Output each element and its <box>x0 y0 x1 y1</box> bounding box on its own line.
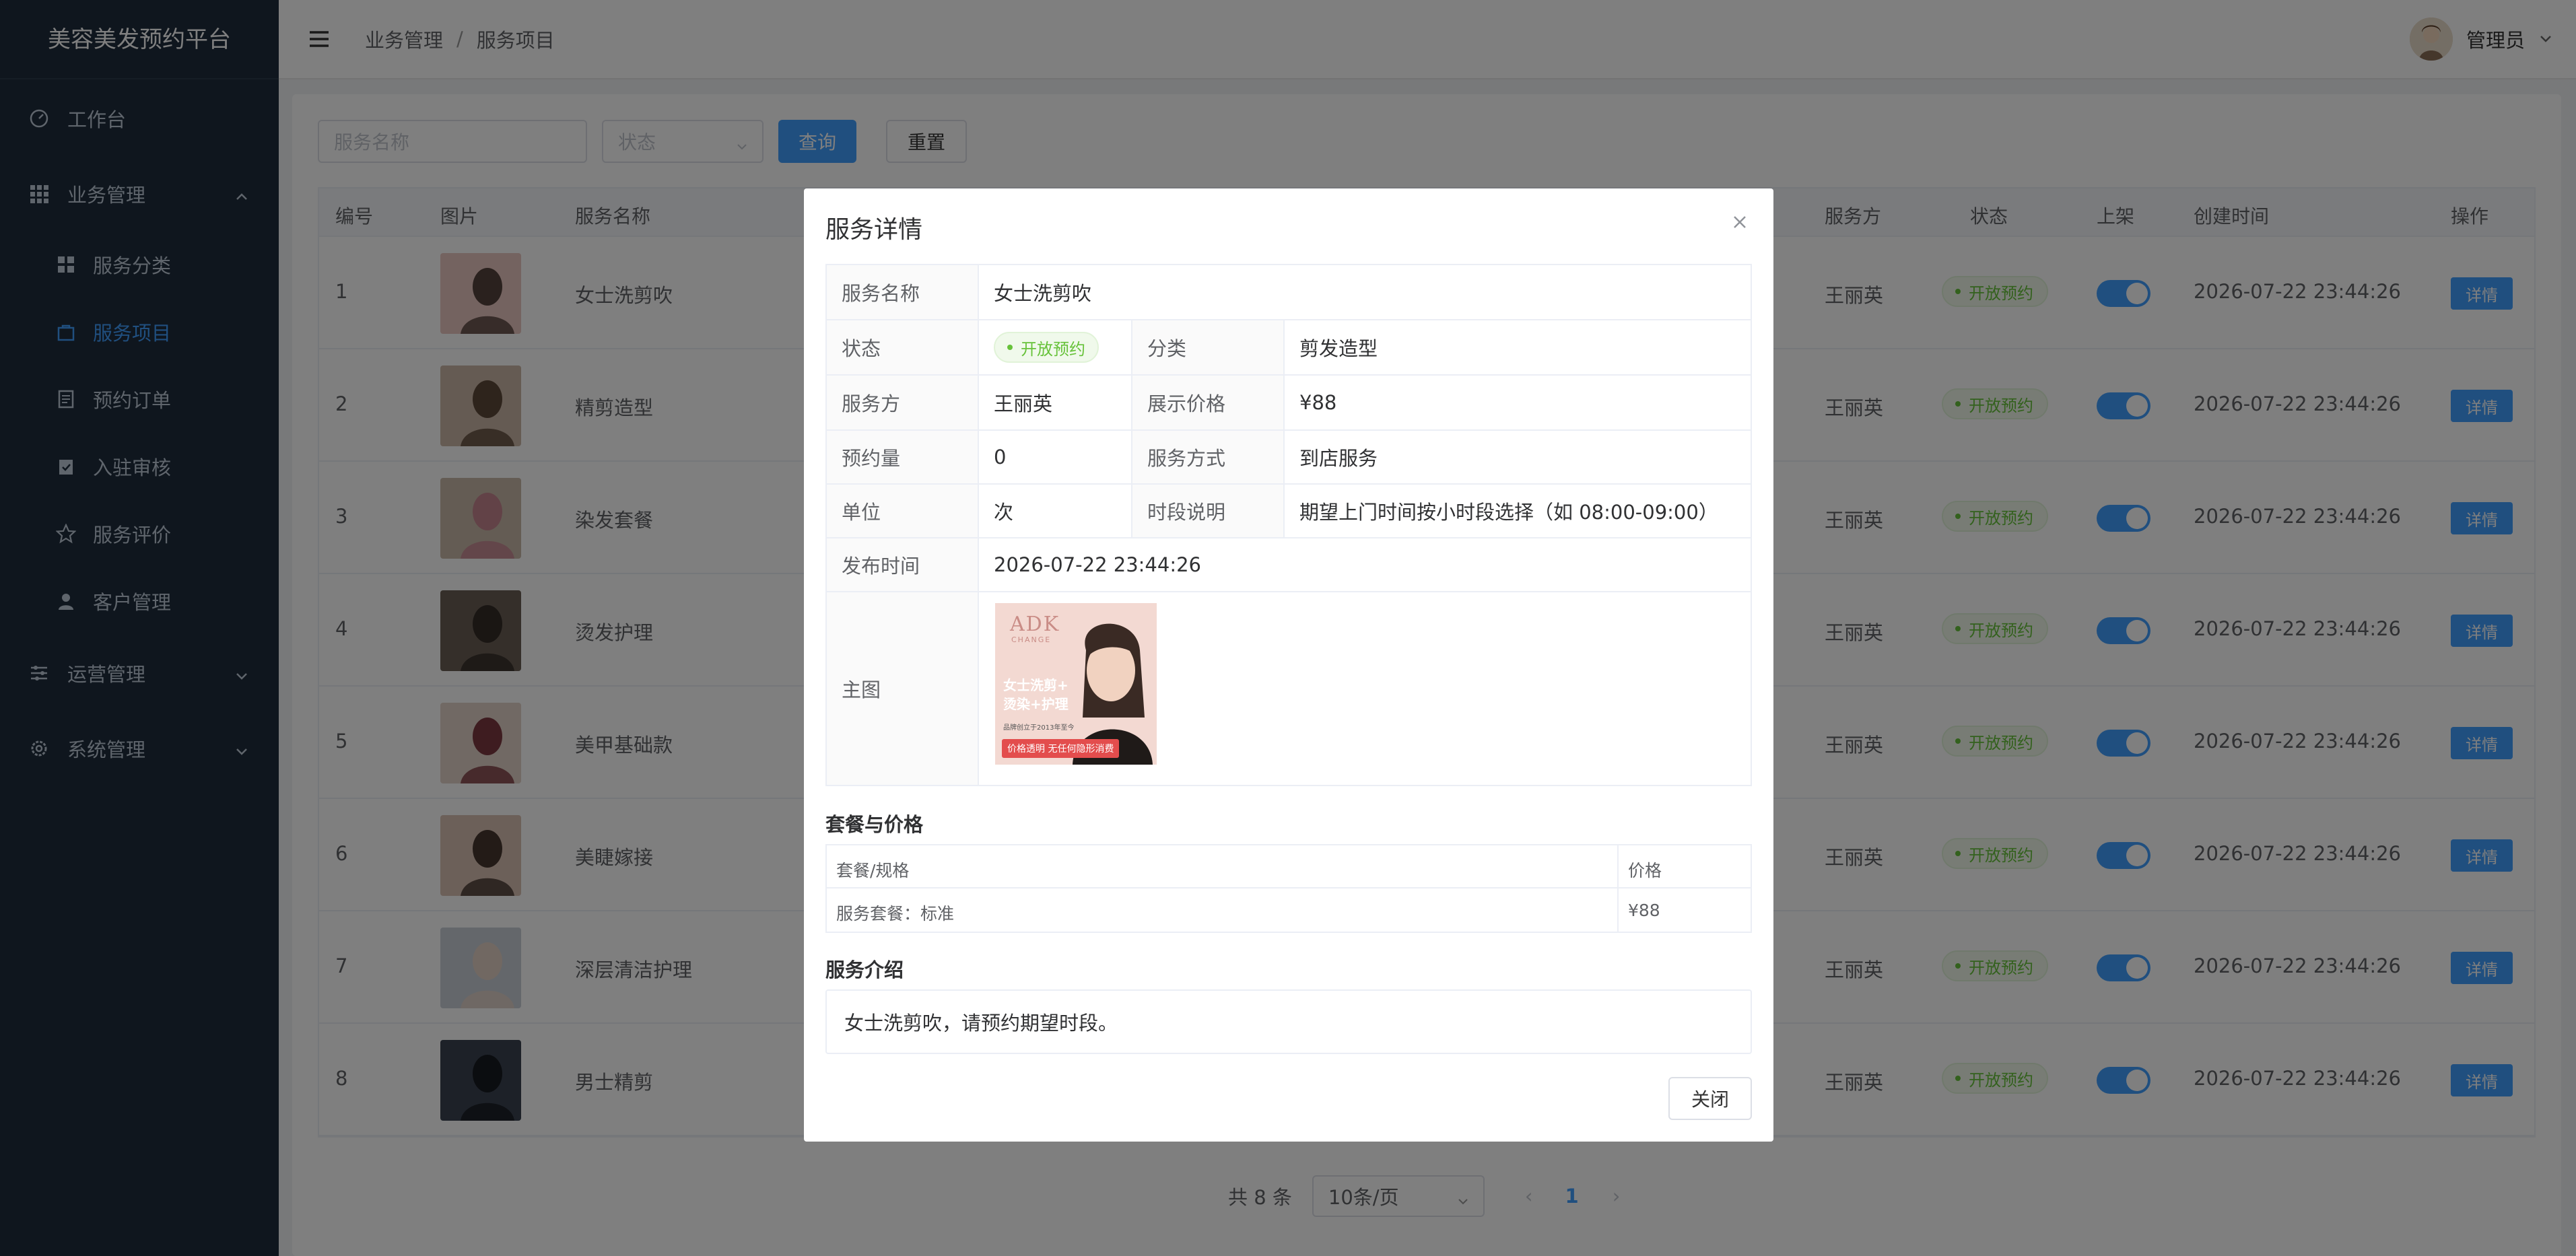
package-header-row: 套餐/规格 价格 <box>827 845 1751 888</box>
package-header-spec: 套餐/规格 <box>836 861 910 880</box>
detail-descriptions: 服务名称 女士洗剪吹 状态 开放预约 分类 剪发造型 服务方 王丽英 展示价格 … <box>825 264 1752 786</box>
status-badge-text: 开放预约 <box>1021 339 1085 359</box>
detail-label: 分类 <box>1132 320 1285 374</box>
detail-label: 服务名称 <box>827 265 979 319</box>
detail-value: 期望上门时间按小时段选择（如 08:00-09:00） <box>1299 501 1718 524</box>
status-dot <box>1007 345 1013 350</box>
poster-banner: 价格透明 无任何隐形消费 <box>1002 739 1120 758</box>
detail-label: 发布时间 <box>827 538 979 591</box>
detail-row: 单位 次 时段说明 期望上门时间按小时段选择（如 08:00-09:00） <box>827 485 1751 538</box>
detail-label: 状态 <box>827 320 979 374</box>
detail-row: 预约量 0 服务方式 到店服务 <box>827 431 1751 485</box>
detail-label: 服务方式 <box>1132 431 1285 483</box>
dialog-title: 服务详情 <box>825 216 923 244</box>
package-header-price: 价格 <box>1628 861 1662 880</box>
detail-label: 时段说明 <box>1132 485 1285 537</box>
detail-row: 状态 开放预约 分类 剪发造型 <box>827 320 1751 376</box>
detail-label: 展示价格 <box>1132 376 1285 429</box>
poster-brand-sub: CHANGE <box>1011 635 1052 644</box>
package-row: 服务套餐：标准 ¥88 <box>827 888 1751 932</box>
service-detail-dialog: 服务详情 服务名称 女士洗剪吹 状态 开放预约 分类 剪发造型 服务方 王丽英 … <box>804 188 1773 1142</box>
intro-section-title: 服务介绍 <box>825 958 904 981</box>
detail-value: 开放预约 <box>979 320 1132 374</box>
poster-headline-1: 女士洗剪+ <box>1003 677 1069 693</box>
detail-label: 服务方 <box>827 376 979 429</box>
detail-value: 2026-07-22 23:44:26 <box>994 553 1201 576</box>
detail-value: 到店服务 <box>1299 447 1378 470</box>
detail-value: 王丽英 <box>979 376 1132 429</box>
detail-value: 女士洗剪吹 <box>994 282 1092 305</box>
detail-value: 剪发造型 <box>1299 337 1378 360</box>
column-divider <box>1617 888 1619 932</box>
poster-small-text: 品牌创立于2013年至今 <box>1003 724 1075 732</box>
detail-row: 服务名称 女士洗剪吹 <box>827 265 1751 320</box>
service-intro: 女士洗剪吹，请预约期望时段。 <box>825 989 1752 1054</box>
detail-value: 次 <box>979 485 1132 537</box>
package-price: ¥88 <box>1628 901 1660 920</box>
detail-row: 发布时间 2026-07-22 23:44:26 <box>827 538 1751 592</box>
package-spec: 服务套餐：标准 <box>836 904 955 923</box>
close-button[interactable]: 关闭 <box>1668 1077 1752 1120</box>
detail-label: 主图 <box>827 592 979 785</box>
package-table: 套餐/规格 价格 服务套餐：标准 ¥88 <box>825 844 1752 933</box>
detail-value: 0 <box>979 431 1132 483</box>
close-icon[interactable] <box>1730 213 1749 232</box>
status-badge: 开放预约 <box>994 332 1099 363</box>
detail-row: 服务方 王丽英 展示价格 ¥88 <box>827 376 1751 431</box>
poster-brand: ADK <box>1010 613 1060 636</box>
detail-row: 主图 ADK CHANGE 女士洗剪+ 烫染+护理 品牌创立于2013年至今 价… <box>827 592 1751 785</box>
detail-label: 单位 <box>827 485 979 537</box>
poster-headline-2: 烫染+护理 <box>1003 696 1069 712</box>
detail-label: 预约量 <box>827 431 979 483</box>
detail-value: ¥88 <box>1299 391 1337 414</box>
column-divider <box>1617 845 1619 887</box>
main-image[interactable]: ADK CHANGE 女士洗剪+ 烫染+护理 品牌创立于2013年至今 价格透明… <box>995 603 1157 765</box>
package-section-title: 套餐与价格 <box>825 813 924 836</box>
